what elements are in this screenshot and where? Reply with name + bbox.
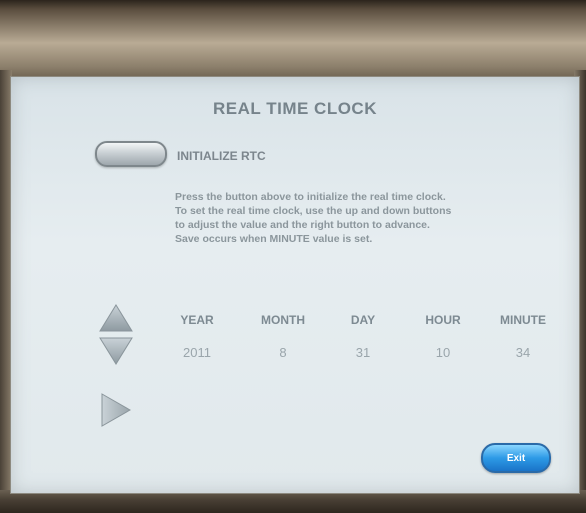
hour-value[interactable]: 10 <box>403 345 483 360</box>
year-value[interactable]: 2011 <box>157 345 237 360</box>
right-arrow-icon[interactable] <box>101 393 131 427</box>
minute-label: MINUTE <box>500 313 546 327</box>
instruction-line: Save occurs when MINUTE value is set. <box>175 233 373 245</box>
month-value[interactable]: 8 <box>243 345 323 360</box>
instruction-line: To set the real time clock, use the up a… <box>175 205 452 217</box>
instruction-line: to adjust the value and the right button… <box>175 219 430 231</box>
device-bezel-top <box>0 0 586 78</box>
day-value[interactable]: 31 <box>323 345 403 360</box>
initialize-rtc-button[interactable] <box>95 141 167 167</box>
minute-value[interactable]: 34 <box>483 345 563 360</box>
down-arrow-icon[interactable] <box>99 337 133 365</box>
instructions-text: Press the button above to initialize the… <box>175 190 505 246</box>
day-label: DAY <box>350 313 376 327</box>
instruction-line: Press the button above to initialize the… <box>175 191 446 203</box>
month-label: MONTH <box>261 313 305 327</box>
up-arrow-icon[interactable] <box>99 304 133 332</box>
hour-label: HOUR <box>425 313 461 327</box>
page-title: REAL TIME CLOCK <box>213 99 377 118</box>
rtc-screen: REAL TIME CLOCK INITIALIZE RTC Press the… <box>10 76 580 494</box>
exit-button[interactable]: Exit <box>481 443 551 473</box>
initialize-rtc-label: INITIALIZE RTC <box>177 149 266 163</box>
year-label: YEAR <box>180 313 214 327</box>
